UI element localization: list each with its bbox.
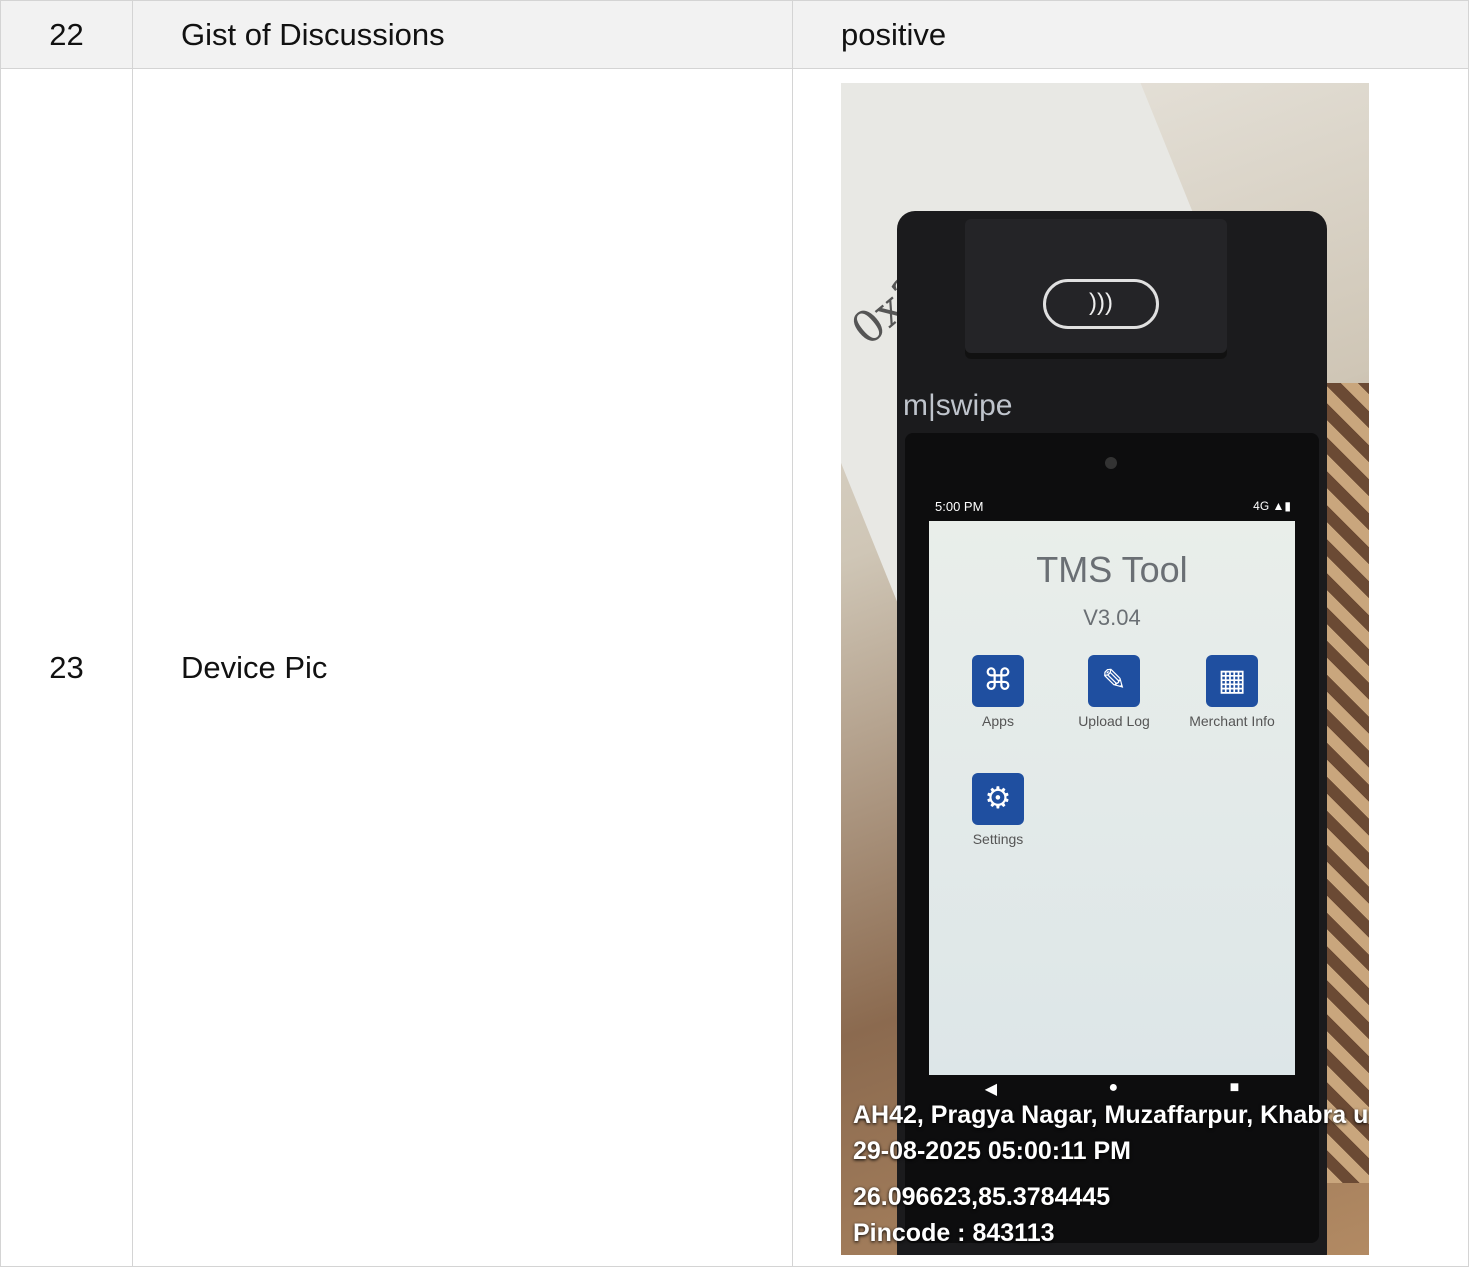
android-nav-bar: ◀ ● ■ [929, 1079, 1295, 1103]
upload-log-tile: ✎ Upload Log [1059, 654, 1169, 729]
row-label: Gist of Discussions [132, 0, 793, 69]
row-number: 22 [0, 0, 133, 69]
home-icon: ● [1108, 1078, 1119, 1096]
camera-icon [1105, 456, 1117, 469]
printer-cover: ))) [965, 218, 1227, 359]
back-icon: ◀ [984, 1080, 998, 1098]
geo-address: AH42, Pragya Nagar, Muzaffarpur, Khabra … [853, 1100, 1369, 1129]
upload-log-icon: ✎ [1088, 654, 1140, 707]
signal-battery-icon: 4G ▲▮ [1253, 498, 1291, 513]
status-time: 5:00 PM [935, 498, 984, 514]
tile-label: Settings [972, 830, 1024, 847]
tile-label: Upload Log [1078, 712, 1150, 729]
row-label: Device Pic [132, 68, 793, 1267]
details-table: 22 Gist of Discussions positive 23 Devic… [0, 0, 1469, 1267]
geo-pincode: Pincode : 843113 [853, 1218, 1055, 1247]
geo-coordinates: 26.096623,85.3784445 [853, 1182, 1111, 1211]
contactless-icon: ))) [1043, 278, 1159, 329]
row-number: 23 [0, 68, 133, 1267]
tile-label: Merchant Info [1189, 712, 1275, 729]
pos-terminal: ))) m|swipe 5:00 PM 4G ▲▮ TMS Tool V3.04… [897, 210, 1327, 1255]
device-photo[interactable]: 0x30 c ))) m|swipe 5:00 PM 4G ▲▮ TMS Too… [841, 82, 1369, 1255]
merchant-info-tile: ▦ Merchant Info [1177, 654, 1287, 729]
brand-logo: m|swipe [903, 388, 1013, 422]
apps-icon: ⌘ [972, 654, 1024, 707]
device-photo-cell: 0x30 c ))) m|swipe 5:00 PM 4G ▲▮ TMS Too… [792, 68, 1469, 1267]
geo-datetime: 29-08-2025 05:00:11 PM [853, 1136, 1131, 1165]
table-row: 22 Gist of Discussions positive [0, 0, 1469, 69]
app-version: V3.04 [1083, 604, 1141, 630]
app-title: TMS Tool [1036, 548, 1188, 590]
table-row: 23 Device Pic 0x30 c ))) m|swipe 5:00 PM… [0, 68, 1469, 1267]
device-screen: TMS Tool V3.04 ⌘ Apps ✎ Upload Log ▦ Mer… [929, 520, 1295, 1075]
recents-icon: ■ [1229, 1078, 1240, 1096]
gear-icon: ⚙ [972, 772, 1024, 825]
row-value: positive [792, 0, 1469, 69]
tile-label: Apps [982, 712, 1014, 729]
settings-tile: ⚙ Settings [943, 772, 1053, 847]
apps-tile: ⌘ Apps [943, 654, 1053, 729]
store-icon: ▦ [1206, 654, 1258, 707]
